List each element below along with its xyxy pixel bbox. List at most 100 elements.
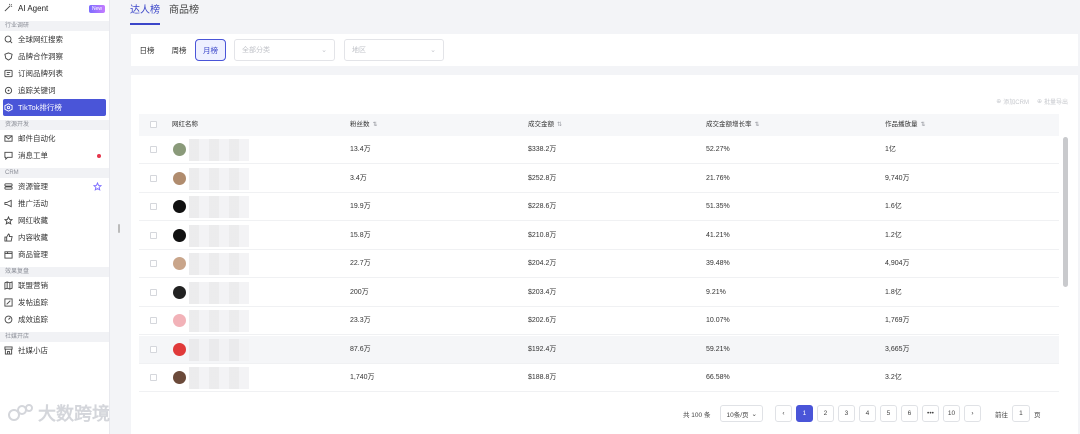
period-daily-button[interactable]: 日榜 xyxy=(133,39,161,61)
avatar[interactable] xyxy=(173,371,186,384)
sidebar: AI Agent New 行业调研 全球网红搜索 品牌合作洞察 订阅品牌列表 追… xyxy=(0,0,110,434)
cell-growth: 39.48% xyxy=(706,260,730,267)
page-button[interactable]: 10 xyxy=(942,405,960,422)
column-header-views[interactable]: 作品播放量 ⇅ xyxy=(885,114,926,136)
globe-search-icon xyxy=(4,35,13,44)
avatar[interactable] xyxy=(173,342,186,356)
sidebar-item-result-tracking[interactable]: 成效追踪 xyxy=(0,311,109,328)
influencer-name-blurred[interactable] xyxy=(189,196,249,218)
star-icon[interactable] xyxy=(92,181,103,193)
sidebar-item-social-shop[interactable]: 社媒小店 xyxy=(0,342,109,359)
page-button[interactable]: 3 xyxy=(837,405,855,422)
wand-icon xyxy=(4,3,13,14)
row-checkbox[interactable] xyxy=(150,146,157,153)
sidebar-item-resource-mgmt[interactable]: 资源管理 xyxy=(0,178,109,195)
cell-gmv: $192.4万 xyxy=(528,345,557,353)
row-checkbox[interactable] xyxy=(150,317,157,324)
add-crm-button[interactable]: ⊕ 添加CRM xyxy=(996,97,1029,106)
page-button[interactable]: 6 xyxy=(900,405,918,422)
cell-fans: 87.6万 xyxy=(350,345,371,353)
sidebar-item-campaign[interactable]: 推广活动 xyxy=(0,195,109,212)
table-row[interactable]: 200万 $203.4万 9.21% 1.8亿 xyxy=(139,279,1059,307)
sidebar-item-brand-insight[interactable]: 品牌合作洞察 xyxy=(0,48,109,65)
sidebar-item-affiliate[interactable]: 联盟营销 xyxy=(0,277,109,294)
page-button[interactable]: 4 xyxy=(858,405,876,422)
influencer-name-blurred[interactable] xyxy=(189,367,249,389)
next-page-button[interactable]: › xyxy=(963,405,981,422)
sidebar-item-post-tracking[interactable]: 发帖追踪 xyxy=(0,294,109,311)
period-monthly-button[interactable]: 月榜 xyxy=(195,39,226,61)
row-checkbox[interactable] xyxy=(150,260,157,267)
avatar[interactable] xyxy=(173,314,186,327)
table-scrollbar[interactable] xyxy=(1063,137,1068,287)
influencer-name-blurred[interactable] xyxy=(189,281,249,304)
table-row[interactable]: 15.8万 $210.8万 41.21% 1.2亿 xyxy=(139,222,1059,250)
cell-views: 9,740万 xyxy=(885,174,910,182)
cell-growth: 52.27% xyxy=(706,146,730,153)
row-checkbox[interactable] xyxy=(150,374,157,381)
table-row[interactable]: 22.7万 $204.2万 39.48% 4,904万 xyxy=(139,250,1059,278)
sidebar-item-track-keyword[interactable]: 追踪关键词 xyxy=(0,82,109,99)
category-select[interactable]: 全部分类 ⌄ xyxy=(234,39,335,61)
sidebar-item-label: TikTok排行榜 xyxy=(18,103,62,112)
table-row[interactable]: 1,740万 $188.8万 66.58% 3.2亿 xyxy=(139,364,1059,392)
sidebar-item-email-automation[interactable]: 邮件自动化 xyxy=(0,130,109,147)
table-row[interactable]: 19.9万 $228.6万 51.35% 1.6亿 xyxy=(139,193,1059,221)
page-button[interactable]: 1 xyxy=(795,405,813,422)
row-checkbox[interactable] xyxy=(150,231,157,239)
category-placeholder: 全部分类 xyxy=(242,47,270,54)
tab-influencer-ranking[interactable]: 达人榜 xyxy=(130,0,160,25)
influencer-name-blurred[interactable] xyxy=(189,224,249,247)
sidebar-item-label: 订阅品牌列表 xyxy=(18,69,63,78)
sidebar-item-influencer-search[interactable]: 全球网红搜索 xyxy=(0,31,109,48)
period-weekly-button[interactable]: 周榜 xyxy=(165,39,193,61)
row-checkbox[interactable] xyxy=(150,288,157,296)
sidebar-item-tiktok-ranking[interactable]: TikTok排行榜 xyxy=(3,99,106,116)
sidebar-item-message-ticket[interactable]: 消息工单 xyxy=(0,147,109,164)
page-button[interactable]: 5 xyxy=(879,405,897,422)
sidebar-collapse-handle[interactable] xyxy=(118,224,120,233)
region-select[interactable]: 地区 ⌄ xyxy=(344,39,444,61)
row-checkbox[interactable] xyxy=(150,174,157,182)
sidebar-item-label: 邮件自动化 xyxy=(18,134,56,143)
tab-product-ranking[interactable]: 商品榜 xyxy=(169,0,199,25)
avatar[interactable] xyxy=(173,257,186,270)
sidebar-item-brand-list[interactable]: 订阅品牌列表 xyxy=(0,65,109,82)
sidebar-section-title: CRM xyxy=(0,168,109,178)
table-row[interactable]: 3.4万 $252.8万 21.76% 9,740万 xyxy=(139,165,1059,193)
cell-gmv: $252.8万 xyxy=(528,174,557,182)
sidebar-item-product-mgmt[interactable]: 商品管理 xyxy=(0,246,109,263)
row-checkbox[interactable] xyxy=(150,345,157,353)
page-button[interactable]: ••• xyxy=(921,405,939,422)
avatar[interactable] xyxy=(173,200,186,213)
list-icon xyxy=(4,69,13,78)
influencer-name-blurred[interactable] xyxy=(189,310,249,332)
table-row[interactable]: 87.6万 $192.4万 59.21% 3,665万 xyxy=(139,335,1059,364)
sidebar-item-influencer-fav[interactable]: 网红收藏 xyxy=(0,212,109,229)
avatar[interactable] xyxy=(173,171,186,185)
influencer-name-blurred[interactable] xyxy=(189,253,249,275)
goto-page-input[interactable]: 1 xyxy=(1011,405,1030,422)
influencer-name-blurred[interactable] xyxy=(189,338,249,361)
avatar[interactable] xyxy=(173,228,186,242)
batch-export-button[interactable]: ⊕ 批量导出 xyxy=(1037,97,1068,106)
cell-fans: 200万 xyxy=(350,288,369,296)
influencer-name-blurred[interactable] xyxy=(189,167,249,190)
avatar[interactable] xyxy=(173,143,186,156)
table-row[interactable]: 13.4万 $338.2万 52.27% 1亿 xyxy=(139,136,1059,164)
column-header-growth[interactable]: 成交金额增长率 ⇅ xyxy=(706,114,760,136)
sidebar-item-ai-agent[interactable]: AI Agent New xyxy=(0,0,109,17)
prev-page-button[interactable]: ‹ xyxy=(774,405,792,422)
table-row[interactable]: 23.3万 $202.6万 10.07% 1,769万 xyxy=(139,307,1059,335)
page-size-select[interactable]: 10条/页 ⌄ xyxy=(720,405,763,422)
page-button[interactable]: 2 xyxy=(816,405,834,422)
select-all-checkbox[interactable] xyxy=(150,121,157,128)
column-header-gmv[interactable]: 成交金额 ⇅ xyxy=(528,114,562,136)
sidebar-item-content-fav[interactable]: 内容收藏 xyxy=(0,229,109,246)
avatar[interactable] xyxy=(173,285,186,299)
row-checkbox[interactable] xyxy=(150,203,157,210)
sidebar-item-label: 资源管理 xyxy=(18,182,48,191)
influencer-name-blurred[interactable] xyxy=(189,139,249,161)
cell-gmv: $202.6万 xyxy=(528,317,557,324)
column-header-fans[interactable]: 粉丝数 ⇅ xyxy=(350,114,378,136)
